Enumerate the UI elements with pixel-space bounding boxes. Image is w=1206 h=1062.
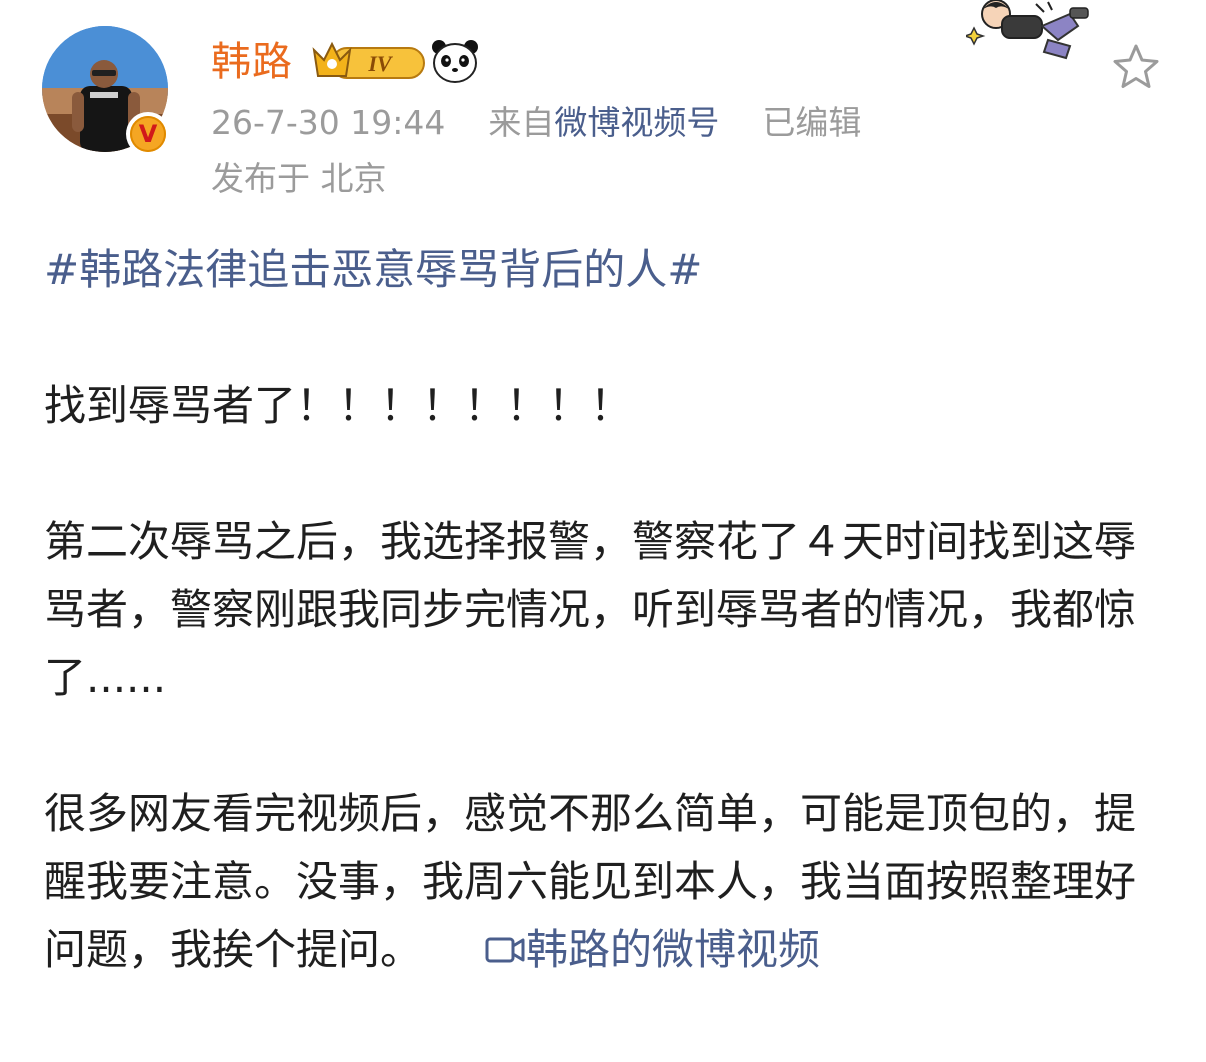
paragraph-1: 找到辱骂者了！！！！！！！！	[44, 381, 633, 430]
verified-badge: V	[126, 112, 170, 156]
source-prefix: 来自	[488, 103, 555, 142]
verified-v-icon: V	[130, 116, 166, 152]
star-outline-icon[interactable]	[1110, 42, 1162, 92]
post-meta: 26-7-30 19:44 来自微博视频号 已编辑	[211, 100, 861, 146]
level-text: IV	[367, 51, 394, 76]
post-timestamp: 26-7-30 19:44	[211, 103, 446, 142]
crown-level-badge-icon[interactable]: IV	[310, 38, 428, 86]
paragraph-2: 第二次辱骂之后，我选择报警，警察花了４天时间找到这辱骂者，警察刚跟我同步完情况，…	[44, 517, 1137, 702]
paragraph-3: 很多网友看完视频后，感觉不那么简单，可能是顶包的，提醒我要注意。没事，我周六能见…	[44, 780, 1154, 984]
source-link[interactable]: 微博视频号	[554, 103, 719, 142]
author-name[interactable]: 韩路	[211, 36, 293, 88]
video-camera-icon	[485, 937, 525, 963]
edited-label[interactable]: 已编辑	[762, 103, 861, 142]
cartoon-decoration-icon	[966, 0, 1089, 60]
panda-icon	[432, 40, 478, 83]
topic-hashtag-link[interactable]: #韩路法律追击恶意辱骂背后的人#	[44, 236, 1154, 304]
video-link[interactable]: 韩路的微博视频	[422, 925, 820, 974]
post-body: #韩路法律追击恶意辱骂背后的人# 找到辱骂者了！！！！！！！！ 第二次辱骂之后，…	[44, 236, 1154, 984]
video-link-text[interactable]: 韩路的微博视频	[526, 925, 820, 974]
post-location: 发布于 北京	[211, 159, 387, 198]
